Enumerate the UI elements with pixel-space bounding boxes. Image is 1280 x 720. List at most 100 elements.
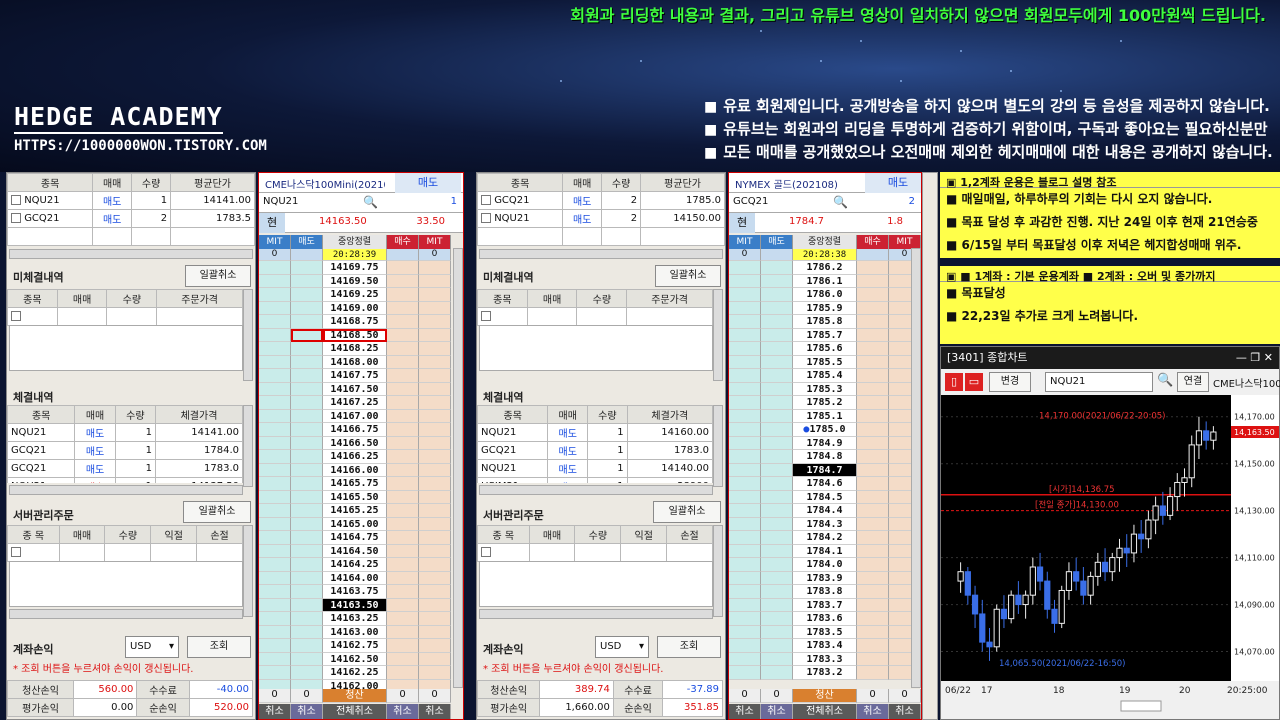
buy-cell[interactable] [387,652,419,666]
sell-cell[interactable] [761,652,793,666]
mit-buy-cell[interactable] [419,328,451,342]
row-checkbox[interactable] [11,311,21,321]
buy-cell[interactable] [387,612,419,626]
cancel-button[interactable]: 취소 [291,704,323,719]
price-cell[interactable]: ●1785.0 [793,423,857,437]
price-cell[interactable]: 14165.75 [323,477,387,491]
mit-buy-cell[interactable] [419,261,451,275]
buy-cell[interactable] [387,625,419,639]
sell-cell[interactable] [291,490,323,504]
buy-cell[interactable] [387,423,419,437]
mit-sell-cell[interactable] [259,382,291,396]
price-row[interactable]: 14162.50 [259,652,463,666]
column-header[interactable]: 수량 [587,405,628,424]
buy-cell[interactable] [387,342,419,356]
price-row[interactable]: 1784.0 [729,558,921,572]
mit-sell-cell[interactable] [259,450,291,464]
mit-sell-cell[interactable] [729,301,761,315]
sell-cell[interactable] [291,261,323,275]
buy-cell[interactable] [387,504,419,518]
price-row[interactable]: 14163.50 [259,598,463,612]
mit-sell-cell[interactable] [729,328,761,342]
price-cell[interactable]: 14168.25 [323,342,387,356]
sell-cell[interactable] [291,652,323,666]
sell-cell[interactable] [761,571,793,585]
buy-cell[interactable] [857,531,889,545]
price-row[interactable]: 1785.9 [729,301,921,315]
sell-cell[interactable] [761,261,793,275]
mit-sell-cell[interactable] [259,504,291,518]
sell-cell[interactable] [761,612,793,626]
vertical-scrollbar[interactable] [243,289,253,381]
price-row[interactable]: ●1785.0 [729,423,921,437]
horizontal-scrollbar[interactable] [9,485,243,495]
buy-cell[interactable] [857,450,889,464]
sell-cell[interactable] [761,328,793,342]
mit-sell-cell[interactable] [259,342,291,356]
column-header[interactable]: 종목 [477,405,549,424]
price-cell[interactable]: 14168.75 [323,315,387,329]
column-header[interactable]: 익절 [620,525,668,544]
price-cell[interactable]: 1783.4 [793,639,857,653]
sell-cell[interactable] [761,517,793,531]
price-row[interactable]: 14164.75 [259,531,463,545]
column-header[interactable]: 평균단가 [640,173,725,192]
mit-sell-cell[interactable] [259,544,291,558]
mit-sell-cell[interactable] [259,328,291,342]
buy-cell[interactable] [857,301,889,315]
column-header[interactable]: 주문가격 [156,289,243,308]
cancel-all-button[interactable]: 일괄취소 [185,265,251,287]
symbol-select[interactable]: GCQ21 [733,196,768,207]
price-cell[interactable]: 14164.00 [323,571,387,585]
price-cell[interactable]: 14169.25 [323,288,387,302]
mit-sell-cell[interactable] [259,585,291,599]
buy-cell[interactable] [857,423,889,437]
price-row[interactable]: 14162.25 [259,666,463,680]
buy-cell[interactable] [387,666,419,680]
buy-cell[interactable] [387,544,419,558]
price-row[interactable]: 1783.2 [729,666,921,680]
column-header[interactable]: 종목 [7,289,58,308]
column-header[interactable]: 매매 [528,525,576,544]
price-row[interactable]: 1785.4 [729,369,921,383]
cancel-button[interactable]: 취소 [729,704,761,719]
sell-cell[interactable] [761,477,793,491]
vertical-scrollbar[interactable] [713,289,723,381]
price-cell[interactable]: 1785.3 [793,382,857,396]
vertical-scrollbar[interactable] [453,248,463,688]
column-header[interactable]: 매매 [562,173,603,192]
price-cell[interactable]: 1785.4 [793,369,857,383]
mit-buy-cell[interactable] [419,625,451,639]
buy-cell[interactable] [387,409,419,423]
price-cell[interactable]: 14163.00 [323,625,387,639]
price-cell[interactable]: 14169.00 [323,301,387,315]
price-row[interactable]: 14163.00 [259,625,463,639]
column-header[interactable]: 수량 [114,405,157,424]
column-header[interactable]: 수량 [131,173,172,192]
link-button[interactable]: 연결 [1177,372,1209,392]
mit-buy-cell[interactable] [419,544,451,558]
table-row[interactable]: GCQ21 매도 1 1783.0 [477,441,713,460]
buy-cell[interactable] [387,328,419,342]
price-row[interactable]: 1784.5 [729,490,921,504]
price-cell[interactable]: 1783.3 [793,652,857,666]
price-row[interactable]: 14165.50 [259,490,463,504]
price-cell[interactable]: 14163.75 [323,585,387,599]
mit-sell-cell[interactable] [729,315,761,329]
window-controls-icon[interactable]: — ❐ ✕ [1236,347,1273,369]
sell-cell[interactable] [291,355,323,369]
mit-sell-cell[interactable] [259,652,291,666]
mit-sell-cell[interactable] [729,382,761,396]
column-header[interactable]: 중앙정렬 [323,235,387,249]
price-cell[interactable]: 14165.00 [323,517,387,531]
buy-cell[interactable] [857,436,889,450]
qty-input[interactable]: 2 [909,196,915,207]
buy-cell[interactable] [857,369,889,383]
column-header[interactable]: 매매 [547,405,589,424]
price-row[interactable]: 14165.75 [259,477,463,491]
buy-cell[interactable] [387,517,419,531]
price-row[interactable]: 1783.9 [729,571,921,585]
sell-cell[interactable] [291,315,323,329]
price-row[interactable]: 14168.75 [259,315,463,329]
table-row[interactable]: GCQ21 매도 1 1784.0 [7,441,243,460]
